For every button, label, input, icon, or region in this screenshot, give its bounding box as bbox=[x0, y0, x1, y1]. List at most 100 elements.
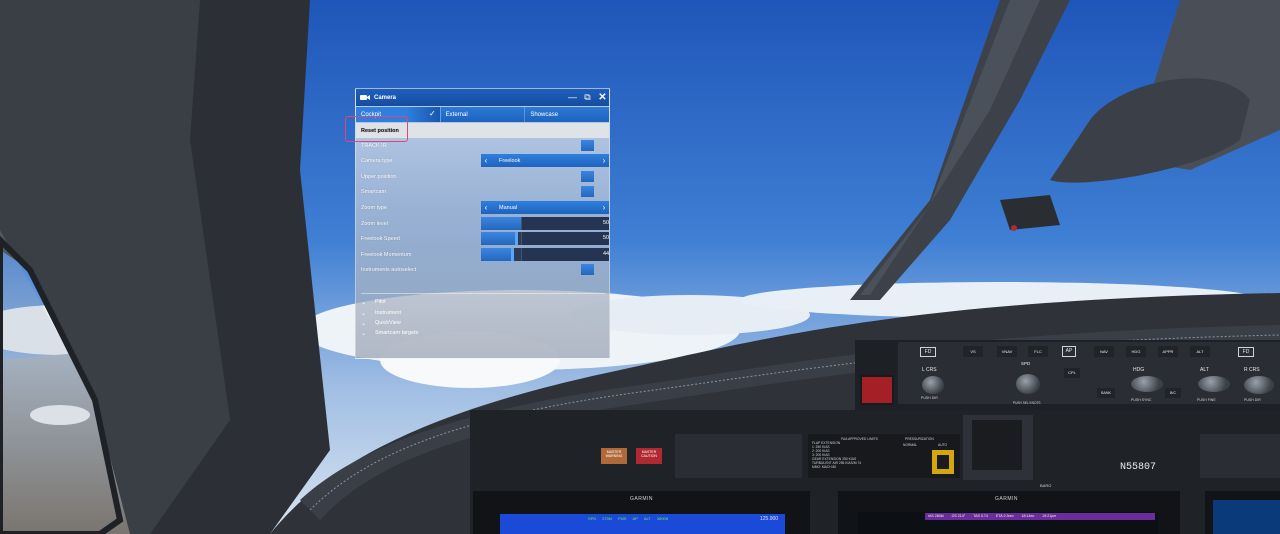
ap-fd-right-button[interactable]: FD bbox=[1238, 347, 1254, 357]
close-icon: ✕ bbox=[598, 92, 607, 103]
ap-appr-button[interactable]: APPR bbox=[1158, 346, 1178, 357]
hdg-knob[interactable] bbox=[1131, 376, 1163, 392]
freelook-momentum-knob[interactable] bbox=[511, 248, 514, 261]
master-warning-button[interactable]: MASTER WARNING bbox=[602, 450, 626, 458]
pressurization-normal[interactable]: NORMAL bbox=[903, 443, 917, 447]
tab-external-label: External bbox=[445, 111, 468, 118]
camera-panel-title: Camera bbox=[374, 94, 397, 101]
hdg-label: HDG bbox=[1133, 367, 1145, 373]
section-instrument[interactable]: ⌄ Instrument bbox=[361, 308, 401, 318]
freelook-speed-slider[interactable]: 50 bbox=[481, 232, 609, 245]
mfd-status-strip: IAS 280kt GS 214° TAS 0.74 ETA 2.3nm 18:… bbox=[928, 514, 1056, 518]
mfd-item-1: IAS 280kt bbox=[928, 514, 944, 518]
camera-icon bbox=[360, 95, 370, 100]
pfd-status-strip: SPD 270kt FMS AP ALT 3600ft bbox=[588, 516, 668, 521]
camera-type-label: Camera type bbox=[361, 157, 393, 164]
upper-position-toggle[interactable] bbox=[581, 171, 594, 182]
cpl-button[interactable]: CPL bbox=[1064, 368, 1080, 378]
chevron-down-icon: ⌄ bbox=[361, 310, 367, 317]
bank-button[interactable]: BANK bbox=[1097, 388, 1115, 398]
ap-nav-button[interactable]: NAV bbox=[1094, 346, 1114, 357]
zoom-level-slider[interactable]: 50 bbox=[481, 217, 609, 230]
section-smartcam-targets[interactable]: ⌄ Smartcam targets bbox=[361, 328, 418, 338]
com-frequency-readout: 125.900 bbox=[760, 516, 779, 522]
freelook-speed-value-box: 50 bbox=[521, 232, 609, 245]
section-pilot-label: Pilot bbox=[375, 299, 386, 305]
instruments-autoselect-toggle[interactable] bbox=[581, 264, 594, 275]
reset-position-button[interactable]: Reset position bbox=[356, 123, 609, 138]
tab-showcase-label: Showcase bbox=[530, 111, 559, 118]
smartcam-label: Smartcam bbox=[361, 188, 387, 195]
minimize-button[interactable]: — bbox=[567, 92, 578, 103]
zoom-type-value: Manual bbox=[499, 204, 518, 211]
chevron-right-icon[interactable]: › bbox=[599, 156, 609, 165]
zoom-type-row: Zoom type ‹ Manual › bbox=[356, 200, 609, 215]
faa-limits-placard: FAA APPROVED LIMITS FLAP EXTENSION 1: 25… bbox=[812, 437, 907, 469]
cockpit-scene: GARMIN GARMIN N55807 MASTER WARNING MAST… bbox=[0, 0, 1280, 534]
freelook-momentum-value: 44 bbox=[603, 251, 610, 257]
bc-button[interactable]: B/C bbox=[1165, 388, 1181, 398]
zoom-level-value-box: 50 bbox=[521, 217, 609, 230]
ap-flc-button[interactable]: FLC bbox=[1028, 346, 1048, 357]
pressurization-title: PRESSURIZATION bbox=[905, 437, 934, 441]
tab-showcase[interactable]: Showcase bbox=[525, 107, 610, 122]
tab-cockpit-label: Cockpit bbox=[361, 111, 382, 118]
instruments-autoselect-label: Instruments autoselect bbox=[361, 266, 417, 273]
garmin-logo-left: GARMIN bbox=[630, 496, 653, 502]
zoom-type-selector[interactable]: ‹ Manual › bbox=[481, 201, 609, 214]
popout-button[interactable]: ⧉ bbox=[582, 92, 593, 103]
lcrs-knob[interactable] bbox=[922, 376, 944, 394]
freelook-momentum-slider[interactable]: 44 bbox=[481, 248, 609, 261]
chevron-left-icon[interactable]: ‹ bbox=[481, 156, 491, 165]
freelook-speed-value: 50 bbox=[603, 235, 610, 241]
ap-vs-button[interactable]: VS bbox=[963, 346, 983, 357]
mfd-item-5: 18:14ec bbox=[1021, 514, 1035, 518]
spd-sublabel: PUSH SEL KNOTS bbox=[1013, 401, 1041, 405]
freelook-speed-row: Freelook Speed 50 bbox=[356, 231, 609, 246]
garmin-logo-right: GARMIN bbox=[995, 496, 1018, 502]
pfd-ap: AP bbox=[632, 516, 638, 521]
chevron-left-icon[interactable]: ‹ bbox=[481, 203, 491, 212]
lcrs-label: L CRS bbox=[922, 367, 937, 373]
rcrs-sublabel: PUSH DIR bbox=[1244, 398, 1261, 402]
track-ir-row: TRACK IR bbox=[356, 138, 609, 153]
track-ir-toggle[interactable] bbox=[581, 140, 594, 151]
freelook-speed-label: Freelook Speed bbox=[361, 235, 400, 242]
ap-engage-button[interactable]: AP bbox=[1062, 346, 1076, 357]
freelook-speed-knob[interactable] bbox=[515, 232, 518, 245]
section-smartcam-targets-label: Smartcam targets bbox=[375, 330, 419, 336]
rcrs-knob[interactable] bbox=[1244, 376, 1274, 394]
alt-knob[interactable] bbox=[1198, 376, 1230, 392]
spd-knob[interactable] bbox=[1016, 374, 1040, 394]
chevron-down-icon: ⌄ bbox=[361, 320, 367, 327]
camera-type-selector[interactable]: ‹ Freelook › bbox=[481, 154, 609, 167]
ap-fd-left-button[interactable]: FD bbox=[920, 347, 936, 357]
section-quickview-label: QuickView bbox=[375, 320, 401, 326]
ap-alt-button[interactable]: ALT bbox=[1190, 346, 1210, 357]
camera-type-value: Freelook bbox=[499, 157, 521, 164]
ap-vnav-button[interactable]: VNAV bbox=[997, 346, 1017, 357]
mfd-item-4: ETA 2.3nm bbox=[995, 514, 1014, 518]
pfd-spd: SPD bbox=[588, 516, 597, 521]
camera-type-row: Camera type ‹ Freelook › bbox=[356, 153, 609, 168]
section-quickview[interactable]: ⌄ QuickView bbox=[361, 318, 401, 328]
chevron-down-icon: ⌄ bbox=[361, 330, 367, 337]
camera-tabs: Cockpit ✓ External Showcase bbox=[356, 107, 610, 122]
tab-external[interactable]: External bbox=[440, 107, 526, 122]
master-caution-button[interactable]: MASTER CAUTION bbox=[637, 450, 661, 458]
tab-cockpit[interactable]: Cockpit ✓ bbox=[356, 107, 441, 122]
ap-hdg-button[interactable]: HDG bbox=[1126, 346, 1146, 357]
camera-panel-header[interactable]: Camera — ⧉ ✕ bbox=[356, 89, 609, 106]
pfd-alt-val: 3600ft bbox=[656, 516, 668, 521]
zoom-level-value: 50 bbox=[603, 220, 610, 226]
alt-sublabel: PUSH FINE bbox=[1197, 398, 1216, 402]
freelook-momentum-fill bbox=[481, 248, 511, 261]
camera-panel: Camera — ⧉ ✕ Cockpit ✓ External Showcase… bbox=[355, 88, 610, 359]
close-button[interactable]: ✕ bbox=[597, 92, 608, 103]
pressurization-auto[interactable]: AUTO bbox=[938, 443, 947, 447]
section-pilot[interactable]: ⌄ Pilot bbox=[361, 297, 386, 307]
chevron-right-icon[interactable]: › bbox=[599, 203, 609, 212]
tail-number-placard: N55807 bbox=[1120, 462, 1157, 473]
baro-label: BARO bbox=[1040, 483, 1052, 488]
smartcam-toggle[interactable] bbox=[581, 186, 594, 197]
